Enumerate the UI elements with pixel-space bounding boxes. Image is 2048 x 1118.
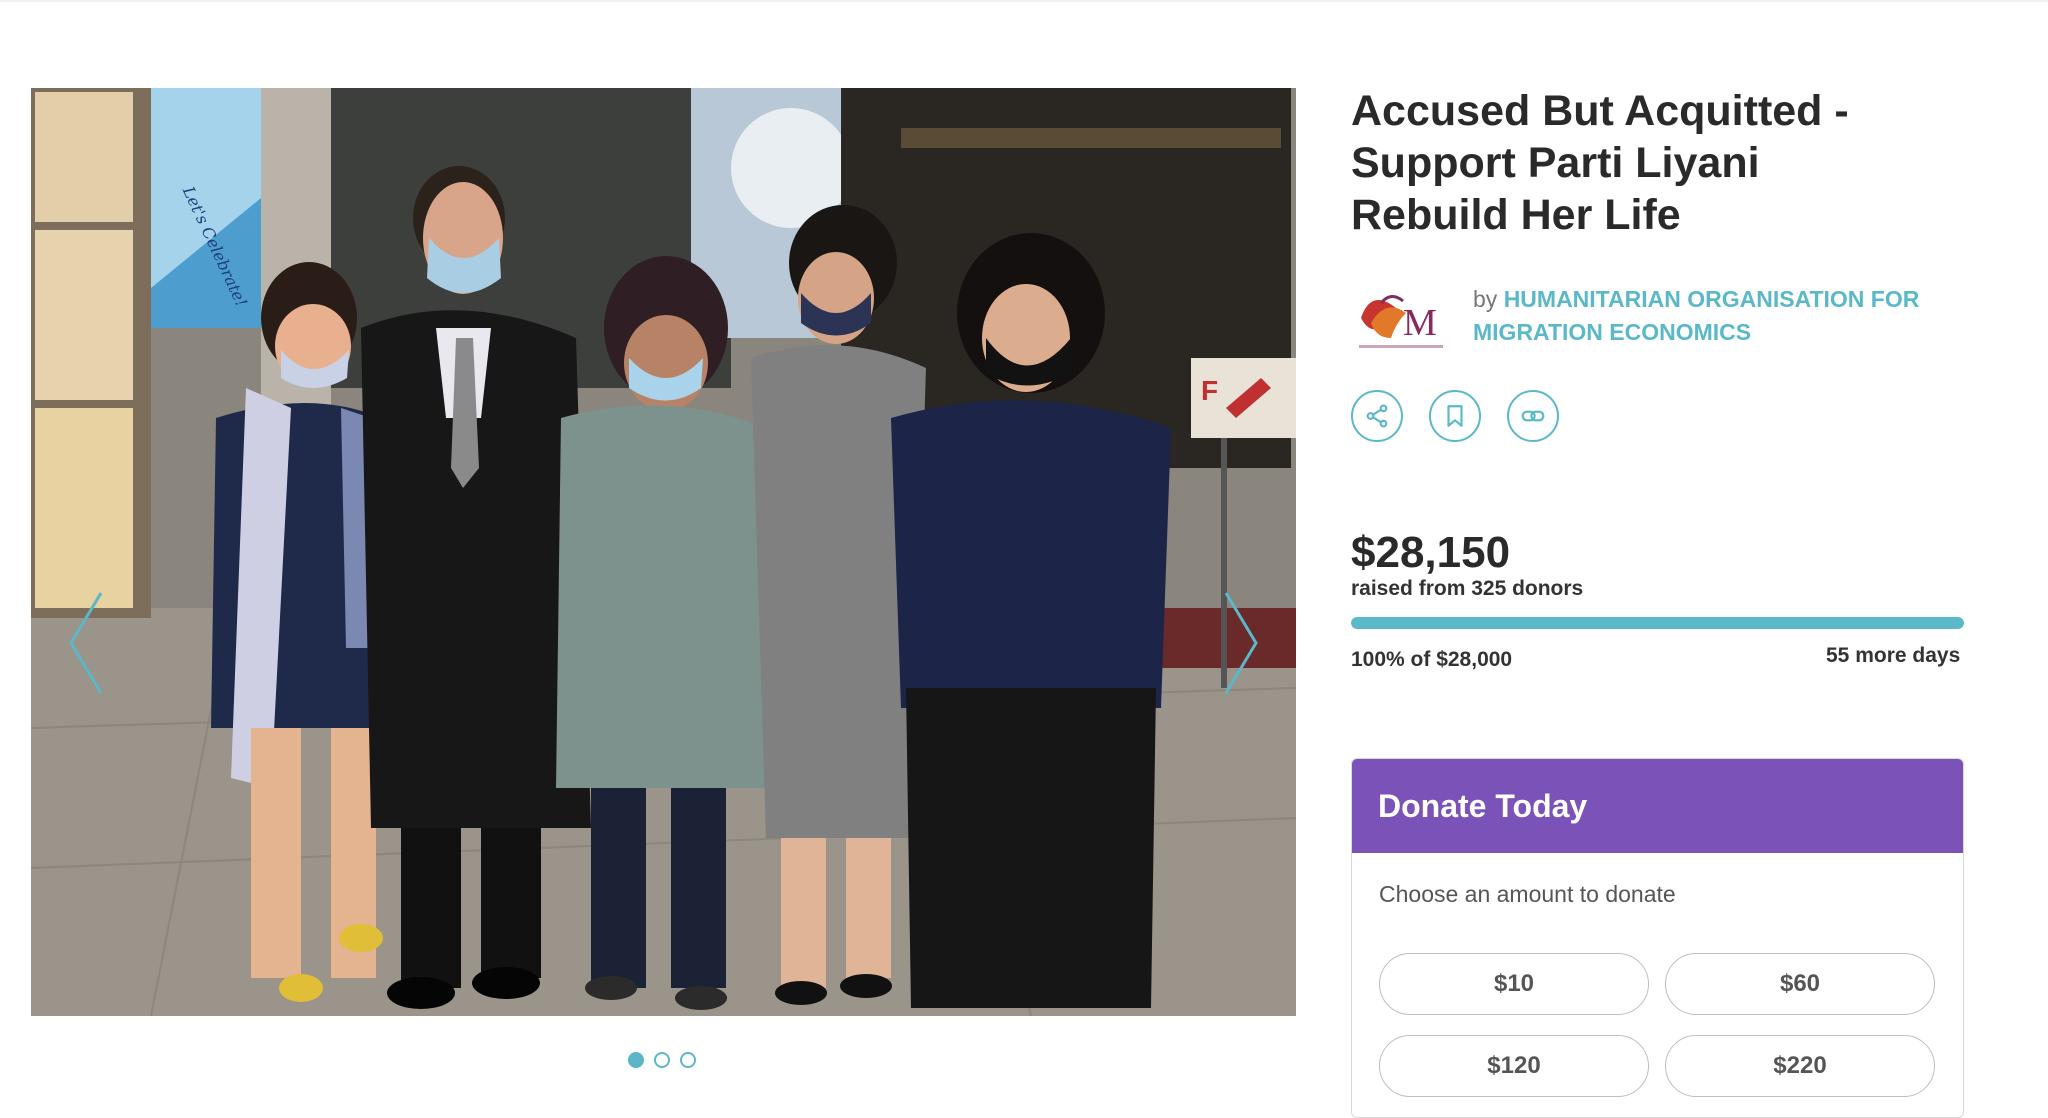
raised-amount: $28,150	[1351, 528, 1511, 577]
top-border	[0, 0, 2048, 2]
amount-button-10[interactable]: $10	[1379, 953, 1649, 1015]
carousel-next-button[interactable]	[1206, 573, 1276, 713]
days-remaining: 55 more days	[1826, 644, 1961, 667]
organizer-line: by HUMANITARIAN ORGANISATION FOR MIGRATI…	[1473, 283, 1943, 349]
donate-prompt: Choose an amount to donate	[1379, 881, 1676, 907]
amount-button-220[interactable]: $220	[1665, 1035, 1935, 1097]
by-label: by	[1473, 286, 1498, 312]
donate-card: Donate Today Choose an amount to donate …	[1351, 758, 1964, 1118]
progress-bar	[1351, 617, 1964, 629]
donate-header: Donate Today	[1352, 759, 1963, 853]
bookmark-button[interactable]	[1429, 390, 1481, 442]
link-icon	[1521, 410, 1545, 422]
progress-fill	[1351, 617, 1964, 629]
action-buttons	[1351, 390, 1559, 442]
photo-carousel[interactable]: Let's Celebrate! F	[31, 88, 1296, 1016]
organizer-link[interactable]: HUMANITARIAN ORGANISATION FOR MIGRATION …	[1473, 286, 1919, 345]
amount-button-120[interactable]: $120	[1379, 1035, 1649, 1097]
carousel-dot-1[interactable]	[628, 1052, 644, 1068]
bookmark-icon	[1447, 405, 1463, 427]
carousel-indicators	[628, 1052, 696, 1070]
copy-link-button[interactable]	[1507, 390, 1559, 442]
svg-text:M: M	[1403, 302, 1437, 344]
carousel-dot-2[interactable]	[654, 1052, 670, 1068]
goal-percent: 100% of $28,000	[1351, 648, 1513, 671]
chevron-left-icon	[69, 592, 103, 694]
carousel-prev-button[interactable]	[51, 573, 121, 713]
campaign-photo: Let's Celebrate! F	[31, 88, 1296, 1016]
amount-button-60[interactable]: $60	[1665, 953, 1935, 1015]
share-icon	[1366, 404, 1388, 428]
sign-text: F	[1201, 375, 1218, 406]
chevron-right-icon	[1224, 592, 1258, 694]
campaign-title: Accused But Acquitted - Support Parti Li…	[1351, 87, 1849, 239]
share-button[interactable]	[1351, 390, 1403, 442]
carousel-dot-3[interactable]	[680, 1052, 696, 1068]
donor-count: raised from 325 donors	[1351, 577, 1584, 600]
home-logo-icon[interactable]: M	[1351, 283, 1451, 353]
